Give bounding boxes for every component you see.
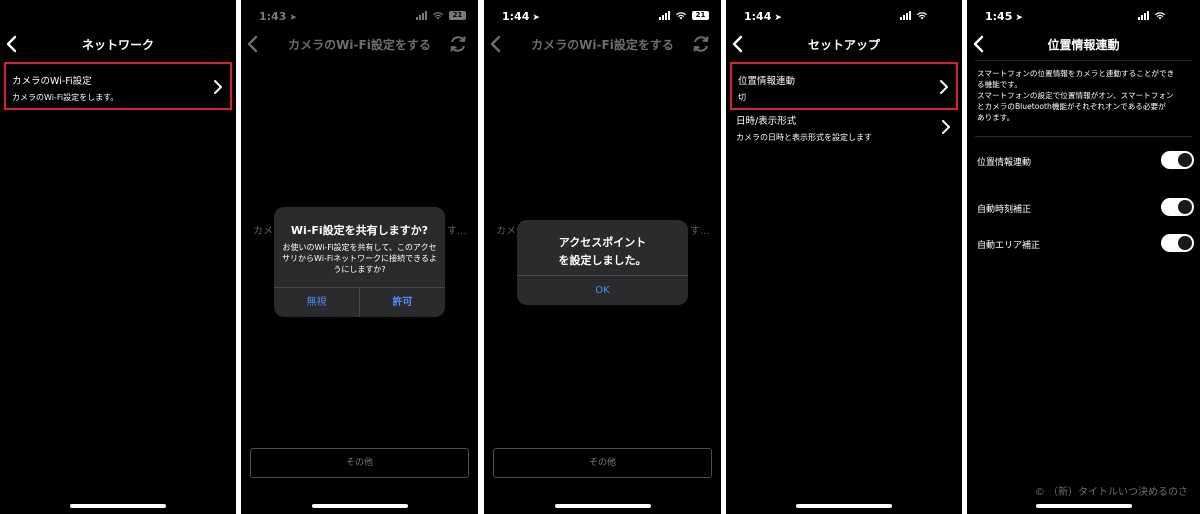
toggle-label: 位置情報連動 [977, 158, 1032, 168]
other-button[interactable]: その他 [493, 448, 712, 478]
location-arrow-icon: ➤ [1015, 13, 1023, 23]
background-text: カメ [496, 226, 516, 237]
battery-icon: 21 [1171, 11, 1188, 20]
status-bar: 1:43 ➤ 21 [241, 10, 478, 26]
nav-bar: セットアップ [726, 32, 962, 56]
ok-button[interactable]: OK [517, 276, 688, 305]
access-point-alert: アクセスポイント を設定しました。 OK [517, 220, 688, 305]
nav-bar: ネットワーク [0, 32, 236, 56]
cellular-signal-icon [416, 11, 427, 20]
cellular-signal-icon [659, 11, 670, 20]
cellular-signal-icon [1138, 11, 1149, 20]
list-item-subtitle: カメラのWi-Fi設定をします。 [12, 93, 119, 102]
battery-icon: 21 [692, 11, 709, 20]
page-title: セットアップ [807, 38, 880, 52]
screen-wifi-share-prompt: 1:43 ➤ 21 カメラのWi-Fi設定をする カメ す... Wi-Fi設定を… [241, 0, 478, 514]
toggle-knob [1178, 200, 1192, 214]
status-bar: 1:45 ➤ 21 [967, 10, 1200, 26]
list-item-date-format[interactable]: 日時/表示形式 カメラの日時と表示形式を設定します [730, 104, 958, 152]
status-time: 1:44 ➤ [744, 10, 782, 23]
alert-message: お使いのWi-Fi設定を共有して、このアクセサリからWi-Fiネットワークに接続… [282, 243, 437, 274]
refresh-icon[interactable] [691, 34, 711, 54]
location-link-toggle[interactable] [1161, 151, 1194, 169]
page-title: 位置情報連動 [1047, 38, 1120, 52]
screen-location-link: 1:45 ➤ 21 位置情報連動 スマートフォンの位置情報をカメラと連動することが… [967, 0, 1200, 514]
nav-bar: カメラのWi-Fi設定をする [241, 32, 478, 56]
battery-icon: 21 [449, 11, 466, 20]
location-arrow-icon: ➤ [532, 13, 540, 23]
background-text: す... [447, 226, 467, 237]
toggle-row-auto-area: 自動エリア補正 [977, 234, 1194, 254]
share-wifi-alert: Wi-Fi設定を共有しますか? お使いのWi-Fi設定を共有して、このアクセサリ… [274, 207, 445, 317]
other-button[interactable]: その他 [250, 448, 469, 478]
status-time: 1:44 ➤ [502, 10, 540, 23]
screen-setup: 1:44 ➤ 21 セットアップ 位置情報連動 切 日時/表示形式 カメラの日時と… [726, 0, 962, 514]
toggle-knob [1178, 153, 1192, 167]
refresh-icon[interactable] [448, 34, 468, 54]
alert-title-line1: アクセスポイント [558, 236, 647, 249]
chevron-right-icon [942, 120, 950, 134]
battery-icon: 21 [933, 11, 950, 20]
page-title: ネットワーク [81, 38, 154, 52]
wifi-icon [676, 12, 686, 20]
home-indicator[interactable] [1035, 504, 1132, 508]
allow-button[interactable]: 許可 [359, 288, 445, 317]
toggle-row-auto-time: 自動時刻補正 [977, 198, 1194, 218]
list-item-title: 位置情報連動 [738, 76, 796, 87]
divider [975, 60, 1192, 61]
screen-access-point-set: 1:44 ➤ 21 カメラのWi-Fi設定をする カメ す... アクセスポイント… [484, 0, 721, 514]
toggle-knob [1178, 236, 1192, 250]
background-text: カメ [253, 226, 273, 237]
divider [975, 136, 1192, 137]
screen-network: ネットワーク カメラのWi-Fi設定 カメラのWi-Fi設定をします。 [0, 0, 236, 514]
background-text: す... [690, 226, 710, 237]
status-time: 1:43 ➤ [259, 10, 297, 23]
alert-title-line2: を設定しました。 [558, 254, 647, 267]
page-title: カメラのWi-Fi設定をする [531, 38, 674, 52]
nav-bar: カメラのWi-Fi設定をする [484, 32, 721, 56]
page-title: カメラのWi-Fi設定をする [288, 38, 431, 52]
location-arrow-icon: ➤ [289, 13, 297, 23]
home-indicator[interactable] [554, 504, 651, 508]
list-item-subtitle: カメラの日時と表示形式を設定します [736, 133, 872, 142]
home-indicator[interactable] [796, 504, 892, 508]
auto-area-toggle[interactable] [1161, 234, 1194, 252]
cellular-signal-icon [900, 11, 911, 20]
toggle-row-location-link: 位置情報連動 [977, 151, 1194, 171]
toggle-label: 自動時刻補正 [977, 205, 1032, 215]
status-bar: 1:44 ➤ 21 [484, 10, 721, 26]
toggle-label: 自動エリア補正 [977, 241, 1041, 251]
watermark: © （新）タイトルいつ決めるのさ [1034, 487, 1188, 498]
list-item-location-link[interactable]: 位置情報連動 切 [730, 62, 958, 110]
nav-bar: 位置情報連動 [967, 32, 1200, 56]
status-time: 1:45 ➤ [985, 10, 1023, 23]
description-text: スマートフォンの位置情報をカメラと連動することができ る機能です。 スマートフォ… [977, 69, 1175, 122]
home-indicator[interactable] [70, 504, 166, 508]
ignore-button[interactable]: 無視 [274, 288, 359, 317]
chevron-right-icon [214, 80, 222, 94]
list-item-value: 切 [738, 93, 746, 102]
list-item-title: カメラのWi-Fi設定 [12, 76, 92, 87]
wifi-icon [917, 12, 927, 20]
status-bar: 1:44 ➤ 21 [726, 10, 962, 26]
alert-title: Wi-Fi設定を共有しますか? [290, 224, 429, 237]
wifi-icon [1155, 12, 1165, 20]
wifi-icon [433, 12, 443, 20]
home-indicator[interactable] [311, 504, 408, 508]
list-item-camera-wifi-settings[interactable]: カメラのWi-Fi設定 カメラのWi-Fi設定をします。 [4, 62, 232, 110]
location-arrow-icon: ➤ [774, 13, 782, 23]
auto-time-toggle[interactable] [1161, 198, 1194, 216]
chevron-right-icon [940, 80, 948, 94]
list-item-title: 日時/表示形式 [736, 116, 797, 127]
